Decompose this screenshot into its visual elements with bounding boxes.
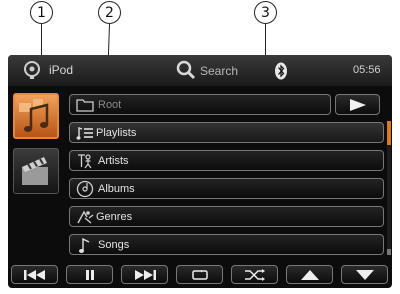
callout-1: 1 (30, 1, 53, 24)
source-label: iPod (49, 63, 74, 77)
pause-button[interactable] (66, 265, 113, 284)
shuffle-icon (244, 268, 265, 281)
clapperboard-icon (22, 157, 48, 185)
list-item-artists[interactable]: Artists (69, 150, 384, 171)
scrollbar-thumb[interactable] (387, 121, 391, 145)
list-item-label: Albums (98, 183, 135, 195)
list-item-label: Playlists (96, 127, 137, 139)
scroll-down-button[interactable] (341, 265, 388, 284)
video-tile[interactable] (13, 148, 59, 194)
previous-button[interactable] (11, 265, 58, 284)
list-item-albums[interactable]: Albums (69, 178, 384, 199)
search-label[interactable]: Search (200, 64, 238, 78)
ipod-icon[interactable] (22, 60, 42, 80)
shuffle-button[interactable] (231, 265, 278, 284)
list-item-label: Artists (98, 155, 129, 167)
genres-icon (77, 210, 94, 224)
callout-3: 3 (254, 1, 277, 24)
repeat-icon (191, 269, 208, 280)
next-button[interactable] (121, 265, 168, 284)
list-scrollbar[interactable] (387, 121, 391, 255)
folder-icon (76, 99, 94, 112)
list-item-songs[interactable]: Songs (69, 234, 384, 255)
next-icon (134, 269, 156, 280)
previous-icon (23, 269, 45, 280)
note-icon (79, 237, 90, 253)
down-icon (355, 269, 374, 280)
music-tile[interactable] (13, 93, 59, 139)
play-button[interactable] (335, 94, 380, 115)
scroll-up-button[interactable] (286, 265, 333, 284)
music-icon (19, 99, 49, 132)
bluetooth-icon (275, 62, 287, 80)
repeat-button[interactable] (176, 265, 223, 284)
artist-icon (78, 154, 92, 169)
clock: 05:56 (353, 64, 381, 76)
playlist-icon (76, 127, 93, 140)
path-row-root[interactable]: Root (69, 94, 331, 115)
play-icon (350, 99, 366, 111)
ipod-screen: iPod Search 05:56 Root Playlists Artists… (8, 55, 392, 288)
list-item-genres[interactable]: Genres (69, 206, 384, 227)
scroll-down-arrow[interactable] (387, 249, 391, 255)
pause-icon (85, 269, 94, 280)
top-bar: iPod Search 05:56 (8, 55, 392, 86)
list-item-label: Genres (96, 211, 133, 223)
callout-2: 2 (98, 1, 121, 24)
path-label: Root (98, 99, 122, 111)
album-icon (76, 180, 94, 198)
list-item-playlists[interactable]: Playlists (69, 122, 384, 143)
search-icon[interactable] (176, 60, 196, 80)
up-icon (300, 269, 319, 280)
list-item-label: Songs (98, 239, 130, 251)
